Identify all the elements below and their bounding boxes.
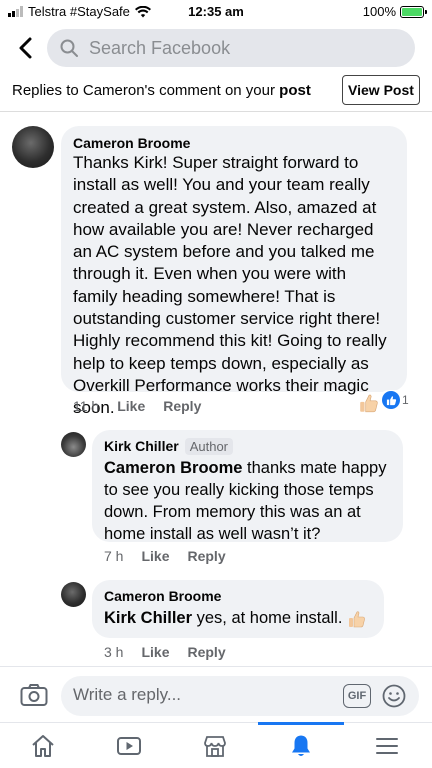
context-prefix: Replies to Cameron's comment on your bbox=[12, 82, 280, 99]
avatar[interactable] bbox=[61, 582, 86, 607]
comment-text: Thanks Kirk! Super straight forward to i… bbox=[73, 153, 387, 418]
thumbs-up-emoji-icon bbox=[360, 394, 378, 413]
view-post-button[interactable]: View Post bbox=[342, 75, 420, 105]
battery-info: 100% bbox=[362, 4, 427, 19]
reply-box[interactable]: GIF bbox=[61, 676, 419, 716]
comment-text-body: yes, at home install. bbox=[192, 609, 343, 627]
like-button[interactable]: Like bbox=[141, 644, 169, 660]
reply-input[interactable] bbox=[73, 685, 323, 705]
reply-button[interactable]: Reply bbox=[163, 398, 201, 414]
reply-button[interactable]: Reply bbox=[187, 644, 225, 660]
comment-author[interactable]: Cameron Broome bbox=[104, 588, 372, 604]
tab-watch[interactable] bbox=[86, 723, 172, 768]
tab-notifications[interactable] bbox=[258, 722, 344, 768]
comment-text: Cameron Broome thanks mate happy to see … bbox=[104, 457, 391, 545]
bottom-tab-bar bbox=[0, 722, 432, 768]
reply-button[interactable]: Reply bbox=[187, 548, 225, 564]
like-button[interactable]: Like bbox=[141, 548, 169, 564]
comment-time: 11 h bbox=[73, 398, 100, 414]
comment-text: Kirk Chiller yes, at home install. bbox=[104, 607, 372, 629]
battery-percent: 100% bbox=[362, 4, 396, 19]
comment-author-name[interactable]: Kirk Chiller bbox=[104, 438, 179, 454]
marketplace-icon bbox=[204, 736, 226, 757]
battery-icon bbox=[400, 5, 427, 18]
comment-bubble[interactable]: Cameron Broome Kirk Chiller yes, at home… bbox=[92, 580, 384, 638]
comment-bubble[interactable]: Cameron Broome Thanks Kirk! Super straig… bbox=[61, 126, 407, 417]
reaction-count: 1 bbox=[402, 393, 409, 407]
comment-time: 7 h bbox=[104, 548, 124, 564]
search-bar[interactable] bbox=[47, 29, 415, 67]
avatar[interactable] bbox=[12, 126, 54, 168]
tab-home[interactable] bbox=[0, 723, 86, 768]
mention-link[interactable]: Kirk Chiller bbox=[104, 609, 192, 627]
comment-meta: 7 h Like Reply bbox=[104, 548, 226, 564]
menu-icon bbox=[376, 738, 398, 754]
home-icon bbox=[32, 735, 54, 757]
camera-icon[interactable] bbox=[20, 683, 48, 707]
reply-composer: GIF bbox=[0, 666, 432, 722]
context-post-word: post bbox=[279, 82, 311, 99]
gif-button[interactable]: GIF bbox=[343, 684, 371, 708]
comment-meta: 3 h Like Reply bbox=[104, 644, 226, 660]
back-arrow-icon[interactable] bbox=[14, 32, 38, 64]
like-reaction-icon bbox=[382, 391, 400, 409]
reaction-summary[interactable]: 1 bbox=[379, 390, 412, 410]
search-icon bbox=[60, 39, 78, 57]
tab-menu[interactable] bbox=[344, 723, 430, 768]
thumbs-up-emoji-icon bbox=[349, 611, 365, 627]
comment-author[interactable]: Cameron Broome bbox=[73, 135, 395, 151]
comment-time: 3 h bbox=[104, 644, 124, 660]
notifications-icon bbox=[292, 735, 310, 756]
avatar[interactable] bbox=[61, 432, 86, 457]
tab-marketplace[interactable] bbox=[172, 723, 258, 768]
mention-link[interactable]: Cameron Broome bbox=[104, 459, 242, 477]
author-badge: Author bbox=[184, 438, 234, 455]
status-bar: Telstra #StaySafe 12:35 am 100% bbox=[0, 0, 432, 24]
context-text: Replies to Cameron's comment on your pos… bbox=[12, 82, 311, 99]
comment-meta: 11 h Like Reply bbox=[73, 398, 201, 414]
comment-author[interactable]: Kirk Chiller Author bbox=[104, 438, 391, 455]
watch-icon bbox=[117, 737, 141, 755]
search-input[interactable] bbox=[89, 37, 389, 59]
like-button[interactable]: Like bbox=[117, 398, 145, 414]
search-header bbox=[0, 26, 432, 70]
comment-bubble[interactable]: Kirk Chiller Author Cameron Broome thanks… bbox=[92, 430, 403, 545]
emoji-icon[interactable] bbox=[382, 684, 406, 708]
context-bar: Replies to Cameron's comment on your pos… bbox=[0, 72, 432, 112]
